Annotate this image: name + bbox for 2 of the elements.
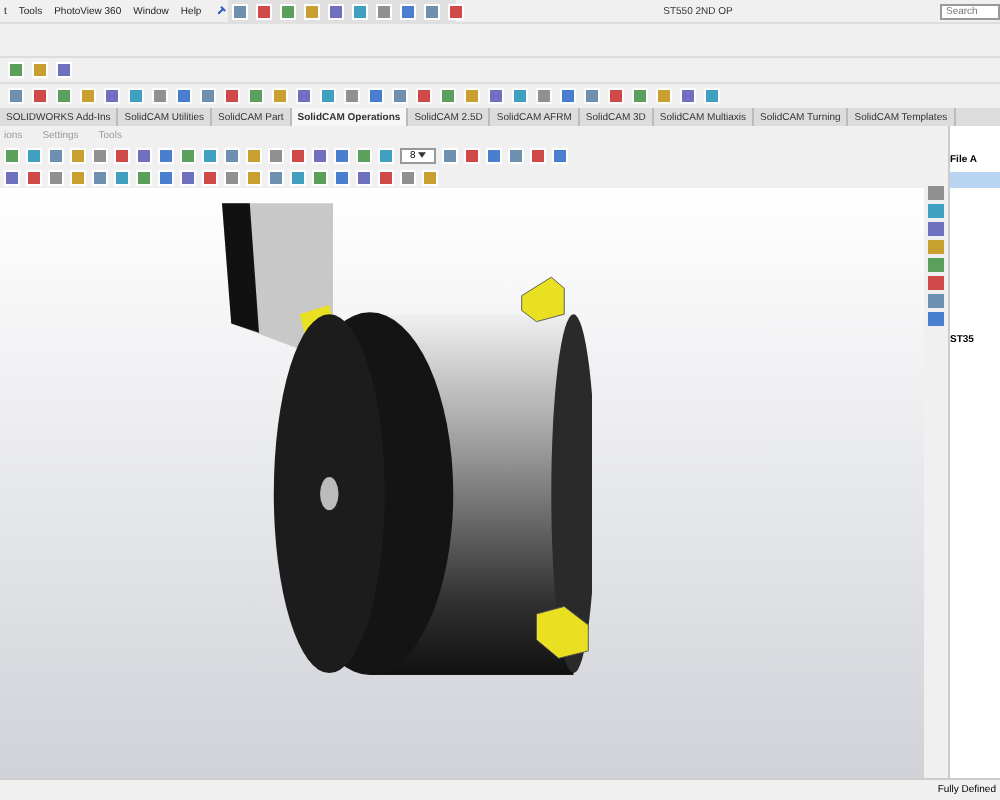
pin-icon[interactable] — [213, 4, 228, 18]
caret-icon — [418, 151, 427, 158]
